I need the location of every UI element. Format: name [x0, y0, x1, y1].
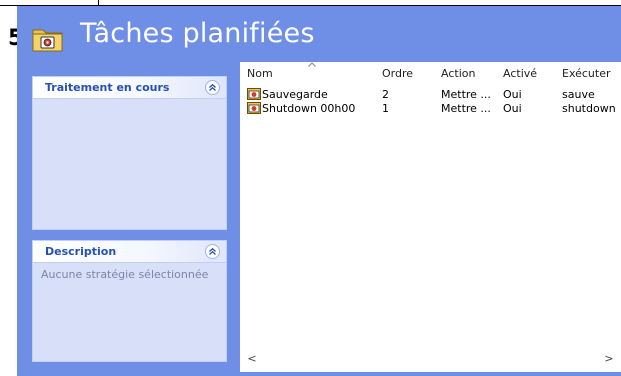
processing-panel-header[interactable]: Traitement en cours: [33, 77, 226, 99]
horizontal-scrollbar[interactable]: < >: [240, 350, 621, 366]
processing-panel: Traitement en cours: [32, 76, 227, 230]
cell-order: 1: [382, 102, 389, 115]
cell-run: sauve: [562, 88, 595, 101]
scheduled-task-icon: [247, 102, 261, 114]
cell-action: Mettre ...: [441, 102, 491, 115]
scheduled-tasks-window: Tâches planifiées Traitement en cours De…: [17, 6, 621, 376]
cell-enabled: Oui: [503, 88, 522, 101]
processing-panel-title: Traitement en cours: [45, 81, 170, 94]
sort-ascending-icon: [308, 62, 316, 67]
table-row[interactable]: Sauvegarde 2 Mettre ... Oui sauve: [240, 88, 621, 101]
cell-enabled: Oui: [503, 102, 522, 115]
column-header-enabled[interactable]: Activé: [503, 67, 537, 80]
folder-icon: [32, 29, 63, 52]
cell-name: Sauvegarde: [262, 88, 328, 101]
cell-name: Shutdown 00h00: [262, 102, 356, 115]
list-header: Nom Ordre Action Activé Exécuter: [240, 62, 621, 82]
window-header: Tâches planifiées: [17, 6, 621, 62]
cell-order: 2: [382, 88, 389, 101]
column-header-action[interactable]: Action: [441, 67, 475, 80]
chevron-double-up-icon: [209, 83, 216, 91]
column-header-run[interactable]: Exécuter: [562, 67, 611, 80]
window-title: Tâches planifiées: [80, 18, 315, 49]
description-text: Aucune stratégie sélectionnée: [41, 268, 209, 281]
processing-collapse-button[interactable]: [205, 80, 220, 95]
scroll-right-button[interactable]: >: [601, 350, 617, 366]
description-collapse-button[interactable]: [205, 244, 220, 259]
task-list: Nom Ordre Action Activé Exécuter Sauvega…: [240, 62, 621, 372]
column-header-order[interactable]: Ordre: [382, 67, 413, 80]
cell-action: Mettre ...: [441, 88, 491, 101]
description-panel-header[interactable]: Description: [33, 241, 226, 263]
scheduled-task-icon: [247, 88, 261, 100]
description-panel-title: Description: [45, 245, 117, 258]
chevron-double-up-icon: [209, 247, 216, 255]
cell-run: shutdown: [562, 102, 616, 115]
table-row[interactable]: Shutdown 00h00 1 Mettre ... Oui shutdown: [240, 102, 621, 115]
column-header-name[interactable]: Nom: [247, 67, 273, 80]
description-panel: Description Aucune stratégie sélectionné…: [32, 240, 227, 362]
scroll-left-button[interactable]: <: [244, 350, 260, 366]
